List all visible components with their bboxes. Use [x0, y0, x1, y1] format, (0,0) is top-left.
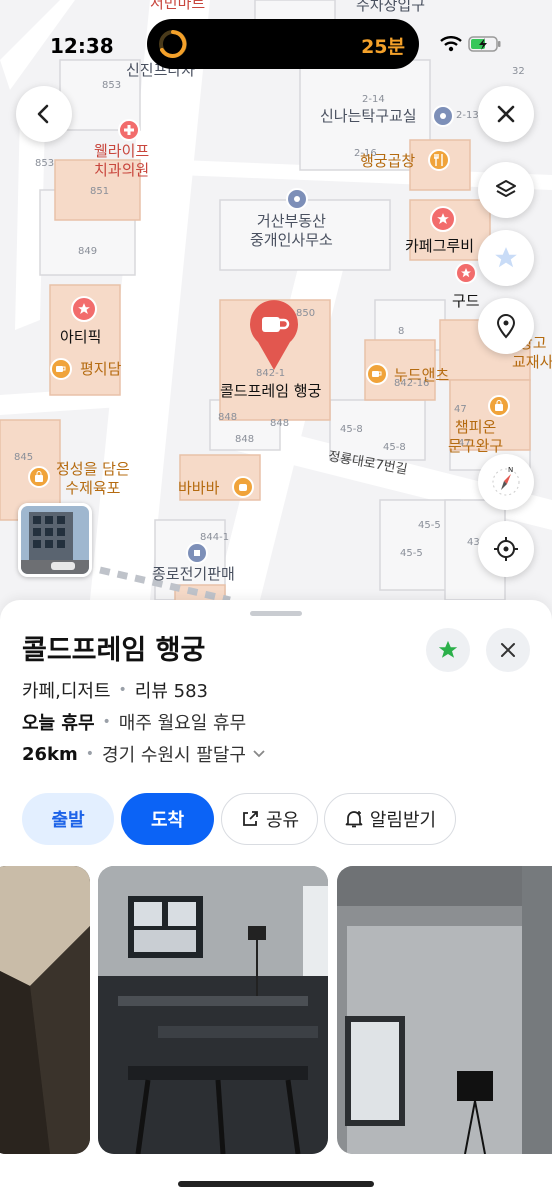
favorite-place-icon[interactable] — [71, 296, 97, 322]
office-icon[interactable] — [286, 188, 308, 210]
place-title: 콜드프레임 행궁 — [22, 635, 206, 666]
battery-charging-icon — [468, 36, 501, 52]
location-pin-icon — [496, 314, 516, 339]
layers-button[interactable] — [478, 162, 534, 218]
lot-number: 45-5 — [418, 520, 441, 531]
svg-text:N: N — [508, 466, 513, 474]
map-label-nude[interactable]: 누드앤츠 — [394, 366, 449, 385]
lot-number: 2-13 — [456, 110, 479, 121]
share-button[interactable]: 공유 — [221, 793, 318, 845]
map-label: 주차장입구 — [356, 0, 426, 14]
map-label-jongro[interactable]: 종로전기판매 — [152, 565, 235, 584]
sports-icon[interactable] — [432, 105, 454, 127]
lot-number: 853 — [35, 158, 55, 169]
map-label-realty[interactable]: 거산부동산 중개인사무소 — [250, 212, 333, 250]
map-view[interactable]: 853 851 849 853 2-14 2-13 2-16 32 8 842-… — [0, 0, 552, 630]
compass-icon: N — [492, 466, 520, 496]
restaurant-icon[interactable] — [428, 149, 450, 171]
category-row: 카페,디저트 • 리뷰 583 — [22, 677, 208, 703]
close-icon — [501, 643, 515, 657]
lot-number: 845 — [14, 452, 34, 463]
island-timer-text: 25분 — [361, 36, 405, 58]
chevron-down-icon — [253, 750, 265, 758]
bell-plus-icon — [345, 811, 363, 828]
lot-number: 853 — [102, 80, 122, 91]
hours-detail: 매주 월요일 휴무 — [118, 713, 247, 734]
my-location-button[interactable] — [478, 521, 534, 577]
crosshair-icon — [494, 537, 518, 561]
selected-place-label[interactable]: 콜드프레임 행궁 — [220, 382, 321, 401]
close-sheet-button[interactable] — [486, 628, 530, 672]
star-icon — [495, 247, 517, 268]
arrive-button[interactable]: 도착 — [121, 793, 214, 845]
hours-row[interactable]: 오늘 휴무 • 매주 월요일 휴무 — [22, 709, 246, 735]
map-label-gopchang[interactable]: 행궁곱창 — [360, 152, 415, 171]
status-time: 12:38 — [50, 34, 114, 58]
depart-button[interactable]: 출발 — [22, 793, 114, 845]
cafe-icon[interactable] — [366, 363, 388, 385]
lot-number: 45-5 — [400, 548, 423, 559]
lot-number: 45-8 — [383, 442, 406, 453]
status-icons — [440, 33, 502, 55]
lot-number: 2-14 — [362, 94, 385, 105]
map-label-gude[interactable]: 구드 — [452, 292, 480, 311]
share-icon — [243, 811, 258, 826]
map-label-pingpong[interactable]: 신나는탁구교실 — [320, 107, 417, 126]
map-label-atipik[interactable]: 아티픽 — [60, 328, 101, 347]
lot-number: 848 — [235, 434, 255, 445]
lot-number: 848 — [218, 412, 238, 423]
review-count[interactable]: 리뷰 583 — [135, 677, 208, 703]
dynamic-island[interactable]: 25분 — [147, 19, 419, 69]
favorites-button[interactable] — [478, 230, 534, 286]
lot-number: 32 — [512, 66, 525, 77]
back-button[interactable] — [16, 86, 72, 142]
place-detail-sheet: 콜드프레임 행궁 카페,디저트 • 리뷰 583 오늘 휴무 • 매주 월요일 … — [0, 600, 552, 1200]
back-chevron-icon — [37, 104, 49, 124]
office-icon[interactable] — [186, 542, 208, 564]
cafe-icon[interactable] — [50, 358, 72, 380]
favorite-button[interactable] — [426, 628, 470, 672]
map-label: 서민마트 — [150, 0, 206, 12]
map-label-cafe-groove[interactable]: 카페그루비 — [405, 237, 474, 256]
bakery-icon[interactable] — [232, 476, 254, 498]
place-photo[interactable] — [337, 866, 552, 1154]
lot-number: 844-1 — [200, 532, 230, 543]
lot-number: 851 — [90, 186, 110, 197]
place-photo[interactable] — [98, 866, 328, 1154]
sheet-drag-handle[interactable] — [250, 611, 302, 616]
place-category: 카페,디저트 — [22, 681, 111, 702]
map-label-pyeongjidam[interactable]: 평지담 — [80, 360, 121, 379]
home-indicator — [178, 1181, 374, 1187]
address: 경기 수원시 팔달구 — [102, 745, 246, 766]
notify-button[interactable]: 알림받기 — [324, 793, 456, 845]
layers-icon — [496, 180, 516, 197]
favorite-place-icon[interactable] — [455, 262, 477, 284]
compass-button[interactable]: N — [478, 454, 534, 510]
map-label-sujeyukpo[interactable]: 정성을 담은 수제육포 — [56, 460, 130, 498]
map-label-bababa[interactable]: 바바바 — [178, 479, 219, 498]
timer-ring-icon — [159, 30, 187, 58]
place-button[interactable] — [478, 298, 534, 354]
wifi-icon — [440, 36, 462, 52]
shopping-icon[interactable] — [488, 395, 510, 417]
distance: 26km — [22, 743, 78, 765]
address-row[interactable]: 26km • 경기 수원시 팔달구 — [22, 741, 266, 767]
lot-number: 47 — [454, 404, 467, 415]
shopping-icon[interactable] — [28, 466, 50, 488]
favorite-place-icon[interactable] — [430, 206, 456, 232]
close-map-button[interactable] — [478, 86, 534, 142]
hospital-icon[interactable] — [118, 119, 140, 141]
lot-number: 8 — [398, 326, 405, 337]
place-photo[interactable] — [0, 866, 90, 1154]
star-icon — [438, 640, 458, 658]
hours-status: 오늘 휴무 — [22, 713, 95, 734]
lot-number: 849 — [78, 246, 98, 257]
street-view-thumbnail[interactable] — [18, 503, 92, 577]
lot-number: 848 — [270, 418, 290, 429]
close-icon — [497, 105, 515, 123]
lot-number: 45-8 — [340, 424, 363, 435]
selected-place-pin[interactable] — [248, 300, 300, 372]
map-label-champion[interactable]: 챔피온 문구완구 — [448, 418, 503, 456]
map-label-clinic[interactable]: 웰라이프 치과의원 — [94, 142, 149, 180]
